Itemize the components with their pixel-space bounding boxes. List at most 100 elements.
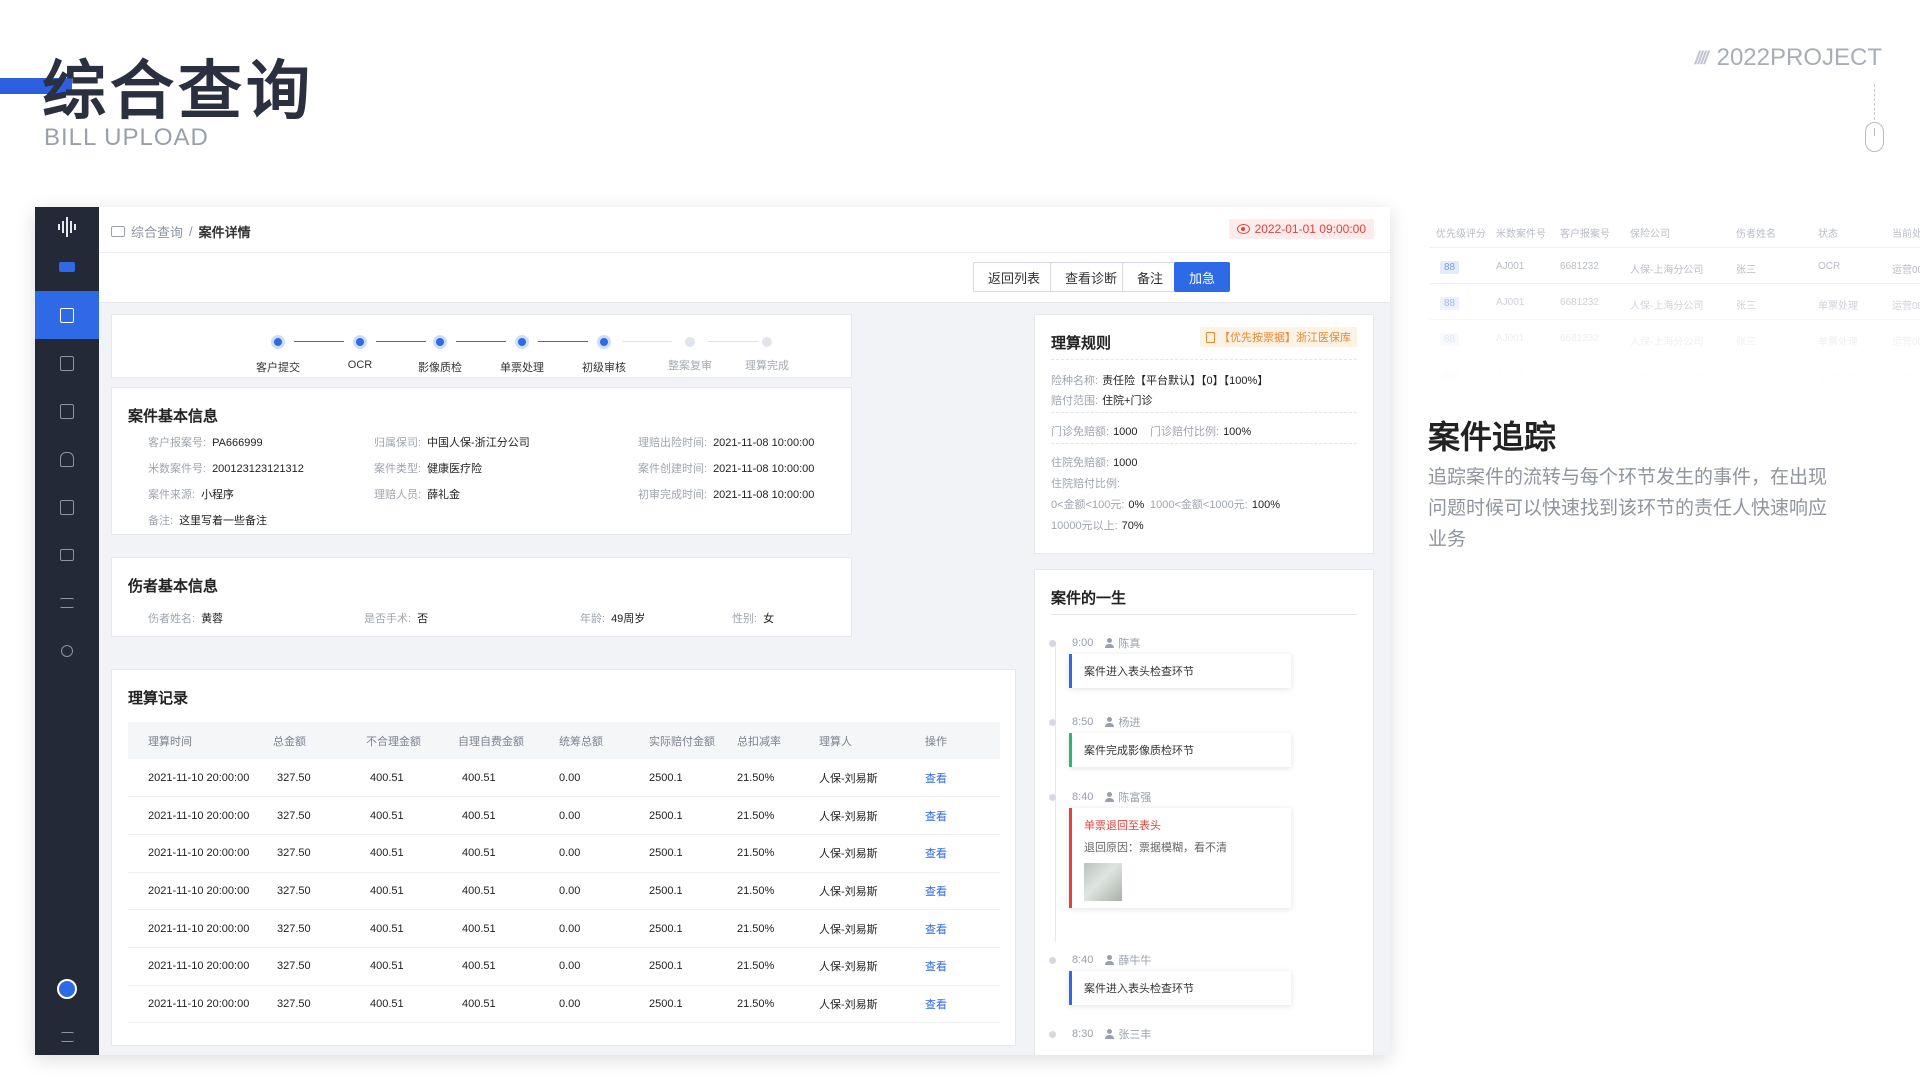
field-report-no: 客户报案号: PA666999 [148,437,263,449]
field-handler: 理赔人员: 薛礼金 [374,489,461,501]
feature-title: 案件追踪 [1428,419,1557,455]
feature-description: 追踪案件的流转与每个环节发生的事件，在出现问题时候可以快速找到该环节的责任人快速… [1428,467,1828,550]
field-injured-name: 伤者姓名: 黄蓉 [148,613,224,625]
step-5: 初级审核 [564,335,644,375]
records-table: 理算时间 总金额 不合理金额 自理自费金额 统筹总额 实际赔付金额 总扣减率 理… [128,722,1000,1024]
search-doc-icon[interactable] [35,291,99,339]
progress-steps: 客户提交 OCR 影像质检 单票处理 初级审核 整案复审 理算完成 [111,314,852,378]
table-cell: 400.51 [366,985,458,1024]
table-cell: 400.51 [366,947,458,986]
user-icon [1105,792,1115,802]
calendar-icon[interactable] [35,339,99,387]
view-link[interactable]: 查看 [925,909,1000,948]
view-link[interactable]: 查看 [925,796,1000,835]
case-info-title: 案件基本信息 [128,408,219,425]
mini-header: 优先级评分 米数案件号 客户报案号 保险公司 伤者姓名 状态 当前处 [1430,212,1920,248]
table-row: 2021-11-10 20:00:00 327.50 400.51 400.51 0.0… [128,872,1000,911]
table-cell: 2021-11-10 20:00:00 [128,909,273,948]
rule-tier-2: 1000<金额<1000元: 100% [1150,499,1280,511]
col-header: 自理自费金额 [458,722,559,759]
rule-outpatient-deductible: 门诊免赔额: 1000 [1051,426,1138,438]
table-cell: 400.51 [458,796,559,835]
avatar[interactable] [35,965,99,1013]
rule-inpatient-ratio: 住院赔付比例: [1051,478,1121,490]
back-to-list-button[interactable]: 返回列表 [973,262,1056,292]
urgent-button[interactable]: 加急 [1174,262,1231,292]
table-cell: 400.51 [458,947,559,986]
filter-list-icon[interactable] [35,579,99,627]
table-row: 2021-11-10 20:00:00 327.50 400.51 400.51 0.0… [128,834,1000,873]
view-link[interactable]: 查看 [925,759,1000,798]
table-cell: 400.51 [458,985,559,1024]
logo-icon[interactable] [35,207,99,247]
slide-subtitle: BILL UPLOAD [44,124,209,151]
field-gender: 性别: 女 [732,613,775,625]
view-link[interactable]: 查看 [925,872,1000,911]
field-source: 案件来源: 小程序 [148,489,235,501]
table-cell: 327.50 [273,909,366,948]
table-cell: 327.50 [273,796,366,835]
divider [1051,443,1357,444]
user-settings-icon[interactable] [35,627,99,675]
timeline-event-head: 8:30 张三丰 [1049,1026,1151,1042]
table-cell: 2500.1 [649,759,737,798]
rules-card: 理算规则 【优先按票据】浙江医保库 险种名称: 责任险【平台默认】【0】【100%… [1034,314,1374,554]
rule-tag: 【优先按票据】浙江医保库 [1200,327,1357,347]
col-header: 总扣减率 [737,722,819,759]
user-icon [1105,717,1115,727]
timeline-event-head: 8:40 薛牛牛 [1049,952,1151,968]
chat-icon[interactable] [35,243,99,291]
breadcrumb-current: 案件详情 [198,225,251,240]
fade-overlay [1430,300,1920,390]
view-link[interactable]: 查看 [925,985,1000,1024]
receipt-thumbnail[interactable] [1084,863,1122,901]
field-created-time: 案件创建时间: 2021-11-08 10:00:00 [638,463,815,475]
table-cell: 2021-11-10 20:00:00 [128,796,273,835]
table-cell: 人保-刘易斯 [819,834,925,873]
field-case-no: 米数案件号: 200123123121312 [148,463,304,475]
table-cell: 400.51 [458,834,559,873]
table-cell: 21.50% [737,834,819,873]
table-cell: 0.00 [559,834,649,873]
view-link[interactable]: 查看 [925,834,1000,873]
rule-scope: 赔付范围: 住院+门诊 [1051,395,1153,407]
view-link[interactable]: 查看 [925,947,1000,986]
user-icon [1105,638,1115,648]
view-diagnosis-button[interactable]: 查看诊断 [1050,262,1133,292]
user-icon [1105,955,1115,965]
table-row: 2021-11-10 20:00:00 327.50 400.51 400.51 0.0… [128,947,1000,986]
table-row: 2021-11-10 20:00:00 327.50 400.51 400.51 0.0… [128,759,1000,798]
rule-tier-1: 0<金额<100元: 0% [1051,499,1145,511]
step-2: OCR [320,335,400,371]
table-cell: 人保-刘易斯 [819,759,925,798]
report-icon[interactable] [35,483,99,531]
document-icon [1206,331,1215,343]
action-bar: 返回列表 查看诊断 备注 加急 [99,253,1390,303]
timeline-event: 案件进入表头检查环节 [1069,654,1291,688]
timeline-event-head: 8:40 陈富强 [1049,789,1151,805]
step-6: 整案复审 [650,335,730,373]
note-button[interactable]: 备注 [1122,262,1179,292]
breadcrumb-parent[interactable]: 综合查询 [131,222,183,241]
menu-icon[interactable] [35,1013,99,1055]
checklist-icon[interactable] [35,387,99,435]
table-cell: 0.00 [559,909,649,948]
stamp-icon[interactable] [35,435,99,483]
table-row: 2021-11-10 20:00:00 327.50 400.51 400.51 0.0… [128,909,1000,948]
table-cell: 2500.1 [649,909,737,948]
dashed-line [1874,84,1875,120]
rules-title: 理算规则 [1051,335,1112,352]
timestamp-text: 2022-01-01 09:00:00 [1254,222,1366,236]
project-label: //// 2022PROJECT [1695,44,1882,72]
table-cell: 400.51 [366,834,458,873]
mouse-icon [1865,122,1884,152]
step-1: 客户提交 [238,335,318,375]
table-cell: 2021-11-10 20:00:00 [128,759,273,798]
table-cell: 400.51 [458,909,559,948]
table-cell: 0.00 [559,796,649,835]
briefcase-icon[interactable] [35,531,99,579]
table-cell: 21.50% [737,872,819,911]
eye-icon [1236,224,1250,234]
timeline-event-head: 9:00 陈真 [1049,635,1140,651]
mini-row: 88AJ0016681232人保-上海分公司张三OCR运营00 [1430,248,1920,284]
